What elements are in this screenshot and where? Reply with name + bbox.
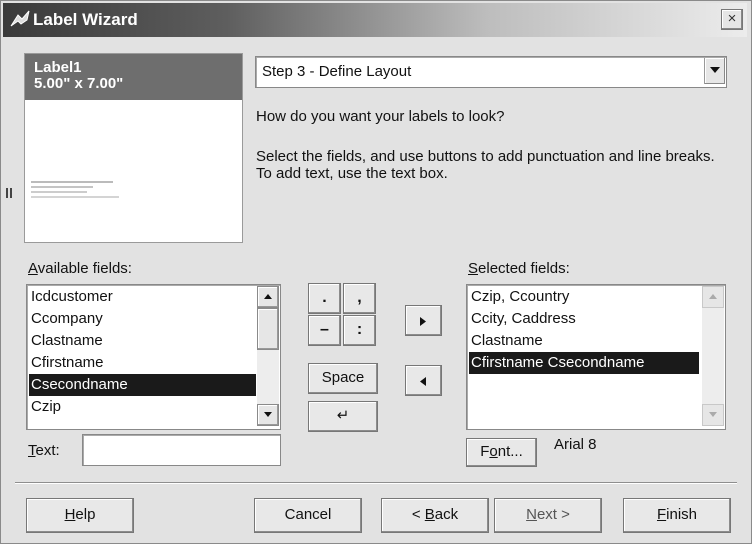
title-bar[interactable]: Label Wizard × — [3, 3, 747, 37]
arrow-up-icon — [709, 294, 717, 299]
add-field-button[interactable] — [405, 305, 442, 336]
list-item[interactable]: Ccompany — [29, 308, 256, 330]
scrollbar-thumb[interactable] — [257, 308, 279, 350]
font-button[interactable]: Font... — [466, 438, 537, 467]
scroll-down-button[interactable] — [257, 404, 279, 426]
list-item[interactable]: Ccity, Caddress — [469, 308, 699, 330]
layout-question: How do you want your labels to look? — [256, 108, 505, 125]
selected-fields-label: Selected fields: — [468, 260, 570, 277]
help-access-key: H — [64, 506, 76, 523]
scroll-up-button[interactable] — [702, 286, 724, 308]
list-item-selected[interactable]: Cfirstname Csecondname — [469, 352, 699, 374]
wizard-app-icon — [10, 10, 30, 27]
arrow-down-icon — [709, 412, 717, 417]
scroll-down-button[interactable] — [702, 404, 724, 426]
next-button-text: ext > — [536, 506, 570, 523]
divider — [15, 482, 737, 484]
cancel-button[interactable]: Cancel — [254, 498, 362, 533]
add-colon-button[interactable]: : — [343, 315, 376, 346]
label-preview-header: Label1 5.00" x 7.00" — [25, 54, 242, 100]
back-button[interactable]: < Back — [381, 498, 489, 533]
ruler-marker-icon — [6, 188, 12, 198]
finish-button[interactable]: Finish — [623, 498, 731, 533]
step-dropdown[interactable]: Step 3 - Define Layout — [255, 56, 727, 88]
selected-fields-access-key: S — [468, 260, 479, 277]
list-item[interactable]: Clastname — [29, 330, 256, 352]
help-button-text: elp — [75, 506, 96, 523]
back-button-text: ack — [434, 506, 459, 523]
text-field-access-key: T — [28, 442, 36, 459]
list-item-selected[interactable]: Csecondname — [29, 374, 256, 396]
label-size: 5.00" x 7.00" — [34, 75, 124, 92]
available-fields-label-text: vailable fields: — [37, 260, 132, 277]
add-period-button[interactable]: . — [308, 283, 341, 314]
list-item[interactable]: Icdcustomer — [29, 286, 256, 308]
font-button-access-key: o — [489, 443, 498, 460]
font-button-text-rest: nt... — [497, 443, 523, 460]
text-field-label: Text: — [28, 442, 60, 459]
close-button[interactable]: × — [721, 9, 743, 30]
available-fields-scrollbar[interactable] — [257, 286, 279, 426]
selected-fields-list[interactable]: Czip, Ccountry Ccity, Caddress Clastname… — [466, 284, 726, 430]
layout-instructions: Select the fields, and use buttons to ad… — [256, 148, 715, 182]
arrow-right-icon — [420, 317, 426, 326]
list-item[interactable]: Cfirstname — [29, 352, 256, 374]
arrow-left-icon — [420, 377, 426, 386]
help-button[interactable]: Help — [26, 498, 134, 533]
text-input[interactable] — [82, 434, 281, 466]
label-layout-thumbnail — [31, 181, 119, 198]
list-item[interactable]: Czip — [29, 396, 256, 418]
finish-button-text: inish — [666, 506, 698, 523]
add-dash-button[interactable]: – — [308, 315, 341, 346]
label-name: Label1 — [34, 59, 82, 76]
scroll-up-button[interactable] — [257, 286, 279, 308]
step-dropdown-arrow-button[interactable] — [704, 58, 725, 84]
font-value: Arial 8 — [554, 436, 597, 453]
available-fields-label: Available fields: — [28, 260, 132, 277]
remove-field-button[interactable] — [405, 365, 442, 396]
next-access-key: N — [526, 506, 537, 523]
add-newline-button[interactable]: ↵ — [308, 401, 378, 432]
chevron-down-icon — [710, 67, 720, 73]
step-dropdown-value: Step 3 - Define Layout — [262, 63, 412, 80]
label-preview: Label1 5.00" x 7.00" — [24, 53, 243, 243]
finish-access-key: F — [656, 506, 667, 523]
window-title: Label Wizard — [33, 10, 138, 29]
arrow-up-icon — [264, 294, 272, 299]
back-access-key: B — [424, 506, 435, 523]
available-fields-access-key: A — [28, 260, 38, 277]
selected-fields-scrollbar[interactable] — [702, 286, 724, 426]
list-item[interactable]: Czip, Ccountry — [469, 286, 699, 308]
list-item[interactable]: Clastname — [469, 330, 699, 352]
add-space-button[interactable]: Space — [308, 363, 378, 394]
selected-fields-label-text: elected fields: — [478, 260, 570, 277]
available-fields-list[interactable]: Icdcustomer Ccompany Clastname Cfirstnam… — [26, 284, 281, 430]
label-wizard-window: Label Wizard × Label1 5.00" x 7.00" Step… — [0, 0, 752, 544]
text-field-label-text: ext: — [35, 442, 60, 459]
add-comma-button[interactable]: , — [343, 283, 376, 314]
arrow-down-icon — [264, 412, 272, 417]
next-button[interactable]: Next > — [494, 498, 602, 533]
back-button-prefix: < — [411, 506, 425, 523]
